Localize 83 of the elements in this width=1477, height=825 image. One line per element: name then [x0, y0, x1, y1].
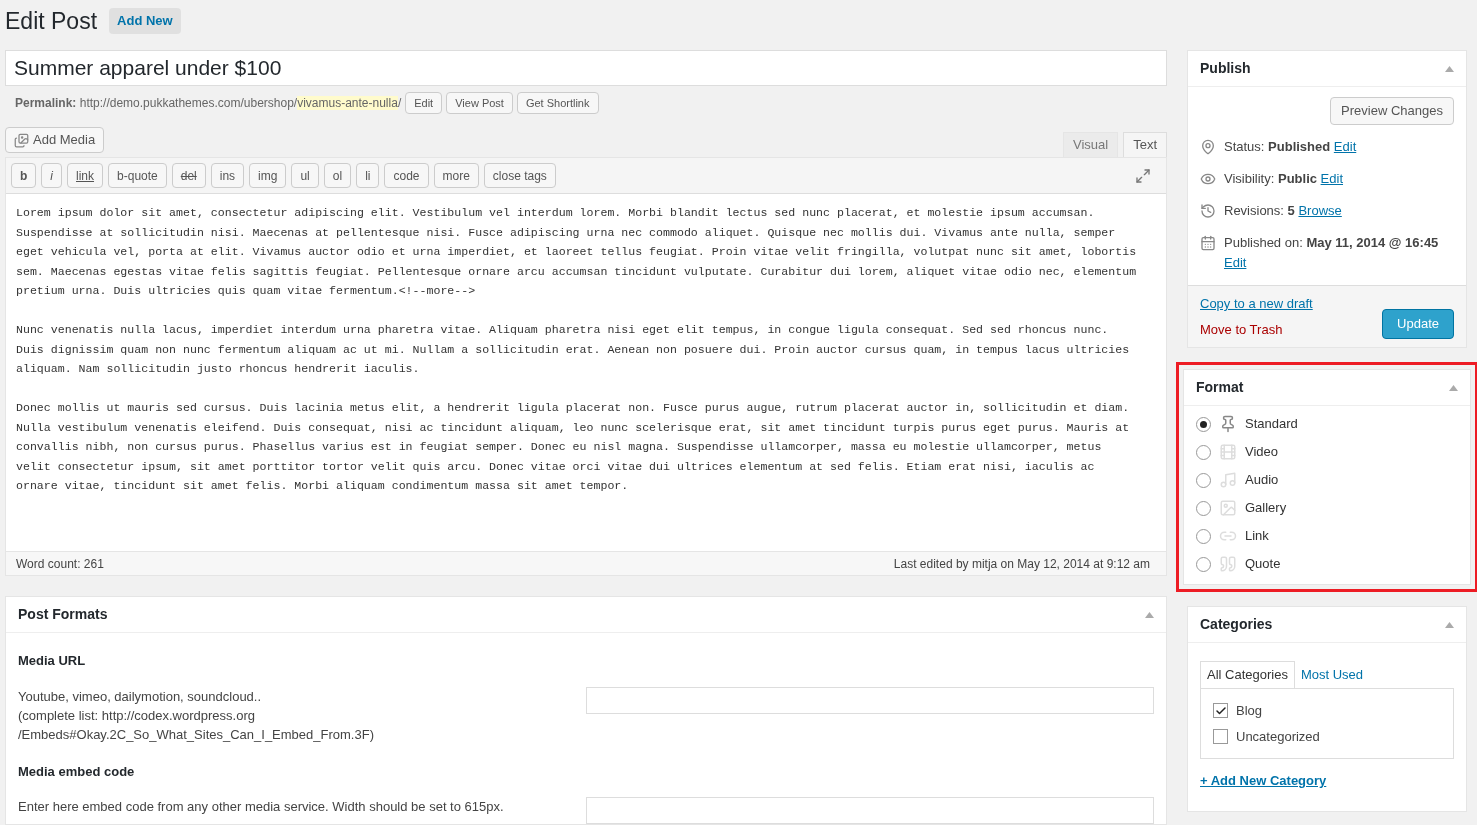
- quicktag-button[interactable]: i: [41, 163, 62, 188]
- quicktag-button[interactable]: link: [67, 163, 104, 188]
- add-new-button[interactable]: Add New: [109, 8, 181, 34]
- quicktag-button[interactable]: close tags: [483, 163, 556, 188]
- collapse-icon[interactable]: [1449, 384, 1458, 391]
- collapse-icon[interactable]: [1445, 65, 1454, 72]
- permalink-button[interactable]: View Post: [446, 92, 513, 115]
- field-description: Enter here embed code from any other media service. Width should be set to 615px.: [18, 798, 505, 816]
- publish-info: Revisions: 5 Browse: [1224, 202, 1342, 220]
- checkbox[interactable]: [1213, 728, 1228, 744]
- format-label: Audio: [1245, 471, 1279, 490]
- text-field[interactable]: [586, 797, 1154, 824]
- date-icon: [1200, 235, 1216, 251]
- revisions-icon: [1200, 203, 1216, 219]
- publish-info: Visibility: Public Edit: [1224, 170, 1343, 188]
- category-tab[interactable]: Most Used: [1294, 661, 1370, 689]
- permalink-button[interactable]: Get Shortlink: [516, 92, 599, 115]
- permalink-button[interactable]: Edit: [405, 92, 443, 115]
- radio-button[interactable]: [1196, 556, 1211, 572]
- permalink-text: Permalink: http://demo.pukkathemes.com/ubershop/vivamus-ante-nulla/: [15, 95, 402, 113]
- trash-link[interactable]: Move to Trash: [1200, 319, 1313, 339]
- quicktag-button[interactable]: b: [11, 163, 37, 188]
- editor-paragraph: Donec mollis ut mauris sed cursus. Duis lacinia metus elit, a hendrerit ligula placerat non. Fusce purus augue, rutrum placerat auctor in, sollicitudin et diam. Nulla vestibulum venenatis eleifend. Duis consequat, nisi ac tincidunt aliquam, leo nunc scelerisque erat, sit amet tincidunt turpis purus eget purus. Mauris at convallis nibh, non cursus purus. Phasellus varius est in feugiat semper. Donec eu nisl magna. Suspendisse ullamcorper, massa eu molestie ullamcorper, metus velit consectetur ipsum, sit amet porttitor tortor velit quis arcu. Donec vitae orci vitae dui ultrices elementum at sed felis. Etiam erat nisi, iaculis ac ornare vitae, tincidunt sit amet felis. Morbi aliquam condimentum massa sit amet tempor.: [16, 400, 1131, 494]
- category-label: Blog: [1236, 702, 1263, 720]
- radio-button[interactable]: [1196, 528, 1211, 544]
- box-title: Publish: [1200, 59, 1251, 78]
- box-title: Categories: [1200, 615, 1273, 634]
- quicktag-button[interactable]: ins: [210, 163, 245, 188]
- editor-tab[interactable]: Text: [1123, 132, 1167, 157]
- quicktag-button[interactable]: ol: [323, 163, 352, 188]
- title-field[interactable]: Summer apparel under $100: [5, 50, 1167, 86]
- category-tab[interactable]: All Categories: [1200, 661, 1295, 689]
- radio-button[interactable]: [1196, 416, 1211, 432]
- last-edited: Last edited by mitja on May 12, 2014 at 9:12 am: [893, 555, 1150, 573]
- publish-info: Published on: May 11, 2014 @ 16:45 Edit: [1224, 234, 1440, 272]
- category-label: Uncategorized: [1236, 727, 1320, 746]
- publish-link[interactable]: Edit: [1333, 139, 1357, 154]
- standard-icon: [1219, 415, 1237, 433]
- fullscreen-icon[interactable]: [1135, 167, 1151, 184]
- field-label: Media URL: [18, 652, 87, 670]
- preview-button[interactable]: Preview Changes: [1330, 97, 1454, 125]
- format-label: Standard: [1245, 415, 1298, 434]
- quicktag-button[interactable]: ul: [291, 163, 319, 188]
- gallery-icon: [1219, 499, 1237, 517]
- editor-paragraph: Lorem ipsum dolor sit amet, consectetur adipiscing elit. Vestibulum vel interdum lorem. Morbi blandit lectus sed nunc placerat, et molestie ipsum accumsan. Suspendisse at sollicitudin nisi. Maecenas at pellentesque nisi. Fusce adipiscing urna nec commodo aliquet. Quisque nec mollis dui. Vivamus ante nulla, semper eget vehicula vel, porta at elit. Vivamus auctor odio et urna imperdiet, et laoreet tellus feugiat. Proin vitae velit fringilla, volutpat nunc sit amet, lobortis sem. Maecenas egestas vitae felis sagittis feugiat. Pellentesque ornare arcu accumsan tincidunt vulputate. Curabitur dui lorem, aliquet vitae odio nec, elementum pretium urna. Duis ultricies quis quam vitae fermentum.<!--more-->: [16, 205, 1138, 299]
- add-media-button[interactable]: Add Media: [5, 127, 105, 153]
- box-title: Format: [1196, 378, 1244, 397]
- text-field[interactable]: [586, 686, 1154, 714]
- editor-paragraph: Nunc venenatis nulla lacus, imperdiet interdum urna pharetra vitae. Aliquam pharetra nisi eget elit tempus, in congue ligula consequat. Sed sed rhoncus nunc. Duis dignissim quam non nunc fermentum aliquam ac ut mi. Nullam a sollicitudin erat. Aenean non posuere dui. Proin auctor cursus quam, in tempus lacus ultricies aliquam. Nam sollicitudin justo rhoncus hendrerit iaculis.: [16, 322, 1131, 377]
- field-label: Media embed code: [18, 762, 136, 781]
- video-icon: [1219, 443, 1237, 461]
- quote-icon: [1219, 555, 1237, 573]
- radio-button[interactable]: [1196, 444, 1211, 460]
- field-description: Youtube, vimeo, dailymotion, soundcloud.. (complete list: http://codex.wordpress.org /Embeds#Okay.2C_So_What_Sites_Can_I_Embed_From.3F): [18, 687, 375, 744]
- format-label: Link: [1245, 527, 1269, 546]
- add-category-link[interactable]: + Add New Category: [1200, 771, 1454, 791]
- radio-button[interactable]: [1196, 472, 1211, 488]
- quicktag-button[interactable]: img: [249, 163, 287, 188]
- status-icon: [1200, 139, 1216, 155]
- format-label: Video: [1245, 443, 1278, 462]
- quicktag-button[interactable]: code: [384, 163, 429, 188]
- publish-link[interactable]: Edit: [1320, 171, 1343, 186]
- media-icon: [14, 132, 29, 148]
- quicktag-button[interactable]: li: [356, 163, 380, 188]
- format-label: Quote: [1245, 555, 1281, 574]
- quicktag-button[interactable]: del: [171, 163, 206, 188]
- radio-button[interactable]: [1196, 500, 1211, 516]
- copy-draft-link[interactable]: Copy to a new draft: [1200, 294, 1313, 314]
- format-label: Gallery: [1245, 499, 1287, 518]
- checkbox[interactable]: [1213, 703, 1228, 719]
- box-title: Post Formats: [18, 605, 108, 624]
- collapse-icon[interactable]: [1445, 621, 1454, 628]
- visibility-icon: [1200, 171, 1216, 187]
- audio-icon: [1219, 471, 1237, 489]
- page-title: Edit Post: [5, 6, 98, 36]
- publish-link[interactable]: Browse: [1298, 203, 1342, 218]
- quicktag-button[interactable]: b-quote: [108, 163, 167, 188]
- publish-link[interactable]: Edit: [1224, 255, 1247, 270]
- quicktag-button[interactable]: more: [433, 163, 479, 188]
- publish-info: Status: Published Edit: [1224, 138, 1357, 156]
- editor-tab[interactable]: Visual: [1062, 132, 1119, 157]
- collapse-icon[interactable]: [1145, 611, 1154, 618]
- word-count: Word count: 261: [16, 555, 104, 573]
